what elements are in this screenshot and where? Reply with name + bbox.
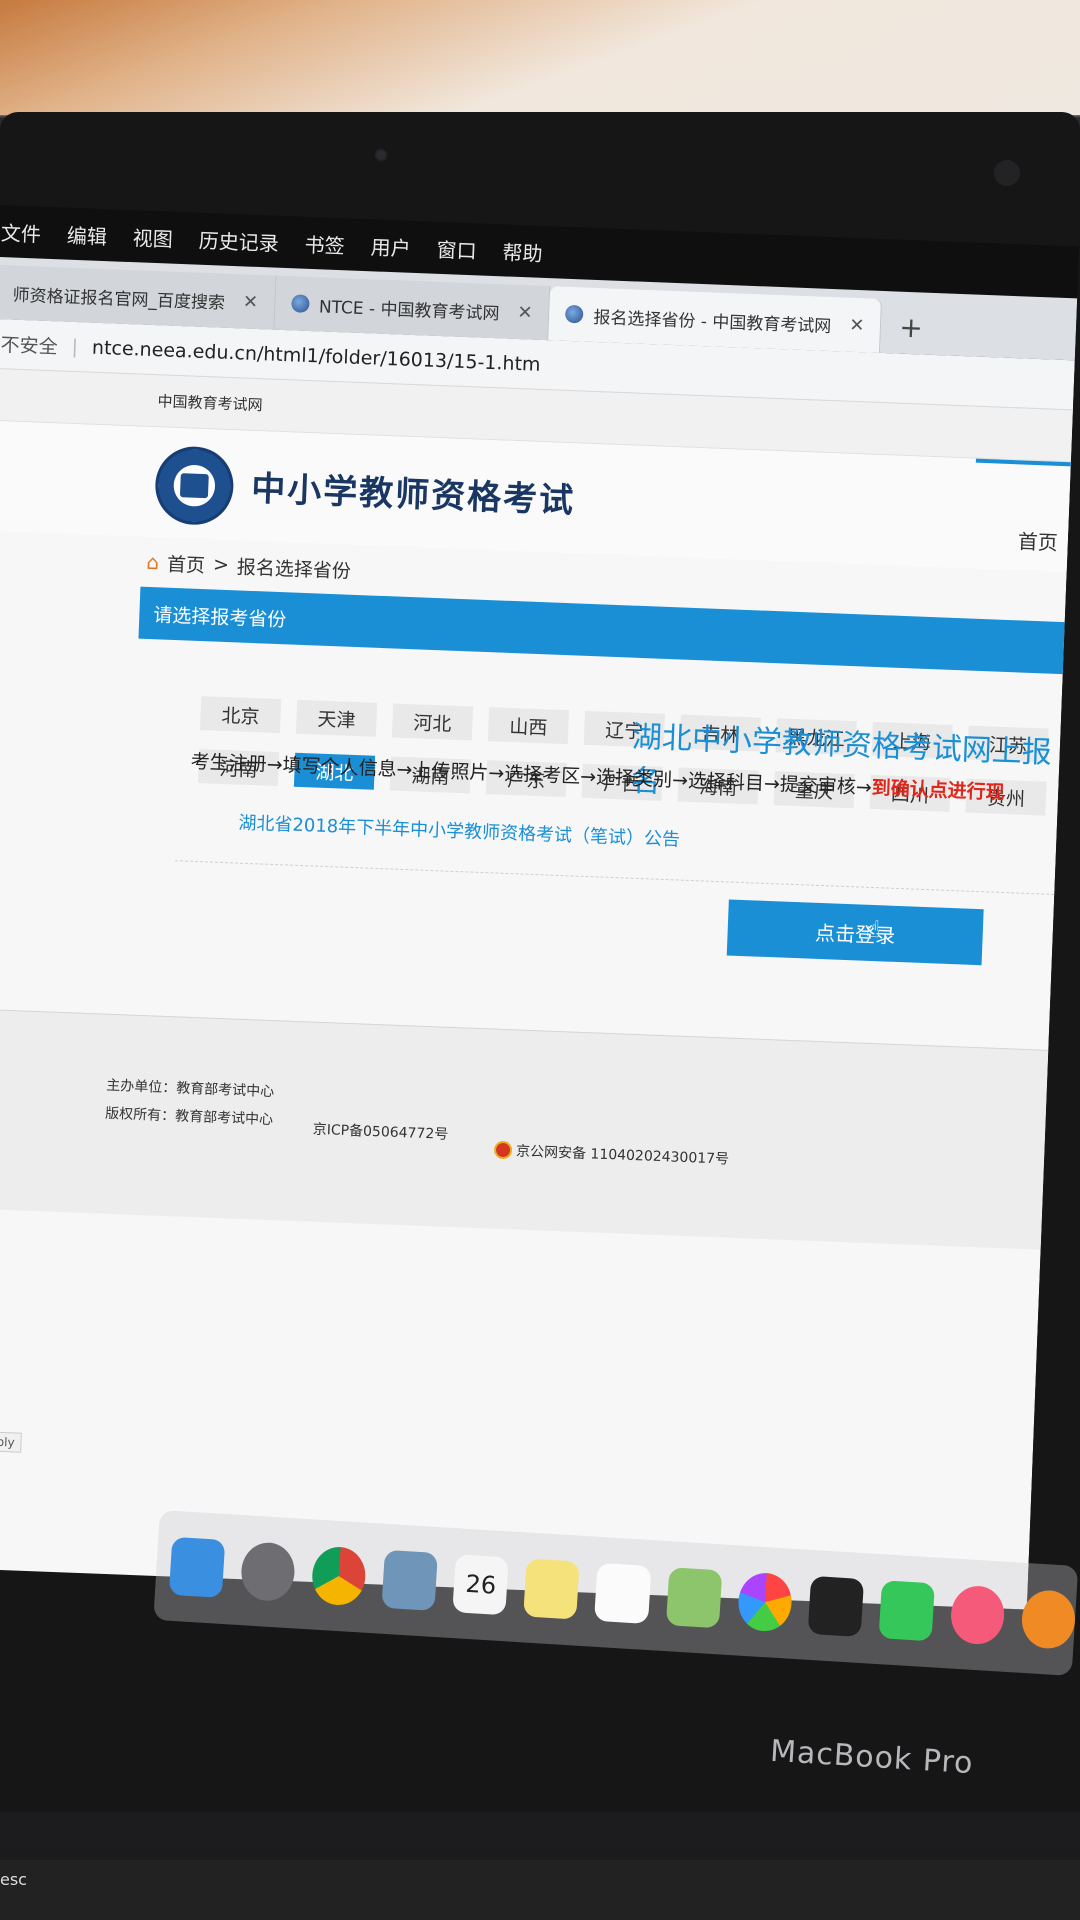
nav-home-link[interactable]: 首页 [1017, 525, 1058, 556]
site-favicon-icon [565, 304, 584, 324]
hand-cursor-icon: ☝ [865, 914, 882, 944]
footer-icp[interactable]: 京ICP备05064772号 [312, 1119, 448, 1144]
photos-icon[interactable] [736, 1571, 793, 1633]
security-indicator[interactable]: 不安全 [0, 330, 58, 359]
itunes-icon[interactable] [949, 1584, 1006, 1646]
reminders-icon[interactable] [594, 1562, 652, 1624]
tab-label: NTCE - 中国教育考试网 [318, 296, 500, 324]
menu-view[interactable]: 视图 [130, 222, 175, 253]
facetime-icon[interactable] [878, 1580, 935, 1642]
breadcrumb-home[interactable]: 首页 [167, 549, 206, 577]
esc-key: esc [0, 1870, 27, 1889]
sensor-icon [994, 160, 1020, 186]
photo-scene: 文件 编辑 视图 历史记录 书签 用户 窗口 帮助 师资格证报名官网_百度搜索 … [0, 0, 1080, 1920]
menu-edit[interactable]: 编辑 [64, 219, 109, 250]
footer-police[interactable]: 京公网安备 11040202430017号 [493, 1140, 730, 1169]
preview-icon[interactable] [381, 1549, 439, 1611]
menu-user[interactable]: 用户 [368, 231, 413, 262]
status-url: .cn/apply [0, 1430, 22, 1453]
top-site-link[interactable]: 中国教育考试网 [157, 390, 263, 415]
menu-history[interactable]: 历史记录 [196, 224, 281, 256]
close-icon[interactable]: ✕ [243, 291, 259, 313]
site-title[interactable]: 中小学教师资格考试 [250, 461, 576, 522]
tab-ntce[interactable]: NTCE - 中国教育考试网 ✕ [274, 275, 551, 341]
ibooks-icon[interactable] [1020, 1588, 1077, 1651]
menu-help[interactable]: 帮助 [500, 236, 545, 267]
login-button[interactable]: 点击登录 [726, 899, 984, 966]
close-icon[interactable]: ✕ [517, 301, 533, 323]
web-page: 中国教育考试网 中小学教师资格考试 首页 ⌂ 首页 > 报名选择省份 请选择报考… [0, 368, 1076, 1610]
camera-icon [374, 148, 388, 162]
address-separator: | [71, 335, 79, 358]
province-option[interactable]: 北京 [199, 696, 282, 734]
footer-copyright: 版权所有：教育部考试中心 [104, 1105, 274, 1129]
maps-icon[interactable] [665, 1567, 722, 1629]
police-emblem-icon [493, 1140, 513, 1160]
notes-icon[interactable] [523, 1558, 581, 1620]
breadcrumb-separator: > [212, 553, 230, 577]
calendar-icon[interactable]: 26 [452, 1554, 510, 1616]
site-logo[interactable] [153, 445, 235, 527]
close-icon[interactable]: ✕ [849, 314, 865, 336]
home-icon[interactable]: ⌂ [146, 550, 160, 574]
desk-background [0, 0, 1080, 115]
terminal-icon[interactable] [807, 1575, 864, 1637]
steps-highlight: 到确认点进行现 [871, 776, 1006, 804]
footer-police-text: 京公网安备 11040202430017号 [515, 1143, 730, 1168]
tab-label: 报名选择省份 - 中国教育考试网 [593, 307, 832, 337]
tab-baidu[interactable]: 师资格证报名官网_百度搜索 ✕ [0, 264, 277, 330]
menu-window[interactable]: 窗口 [434, 233, 479, 264]
url-field[interactable]: ntce.neea.edu.cn/html1/folder/16013/15-1… [92, 336, 541, 375]
province-option[interactable]: 天津 [295, 699, 378, 737]
finder-icon[interactable] [168, 1536, 226, 1598]
site-favicon-icon [290, 294, 310, 313]
menu-file[interactable]: 文件 [0, 216, 44, 247]
page-footer: 主办单位：教育部考试中心 版权所有：教育部考试中心 京ICP备05064772号… [0, 1008, 1049, 1250]
province-option[interactable]: 河北 [391, 703, 474, 741]
new-tab-icon[interactable]: + [899, 311, 924, 345]
footer-host: 主办单位：教育部考试中心 [105, 1077, 275, 1101]
keyboard [0, 1860, 1080, 1920]
breadcrumb-current: 报名选择省份 [236, 555, 352, 583]
launchpad-icon[interactable] [239, 1541, 297, 1603]
section-title: 请选择报考省份 [152, 603, 287, 631]
menu-bookmarks[interactable]: 书签 [302, 228, 347, 259]
chrome-icon[interactable] [310, 1545, 368, 1607]
tab-label: 师资格证报名官网_百度搜索 [12, 285, 226, 314]
province-option[interactable]: 山西 [487, 707, 570, 745]
